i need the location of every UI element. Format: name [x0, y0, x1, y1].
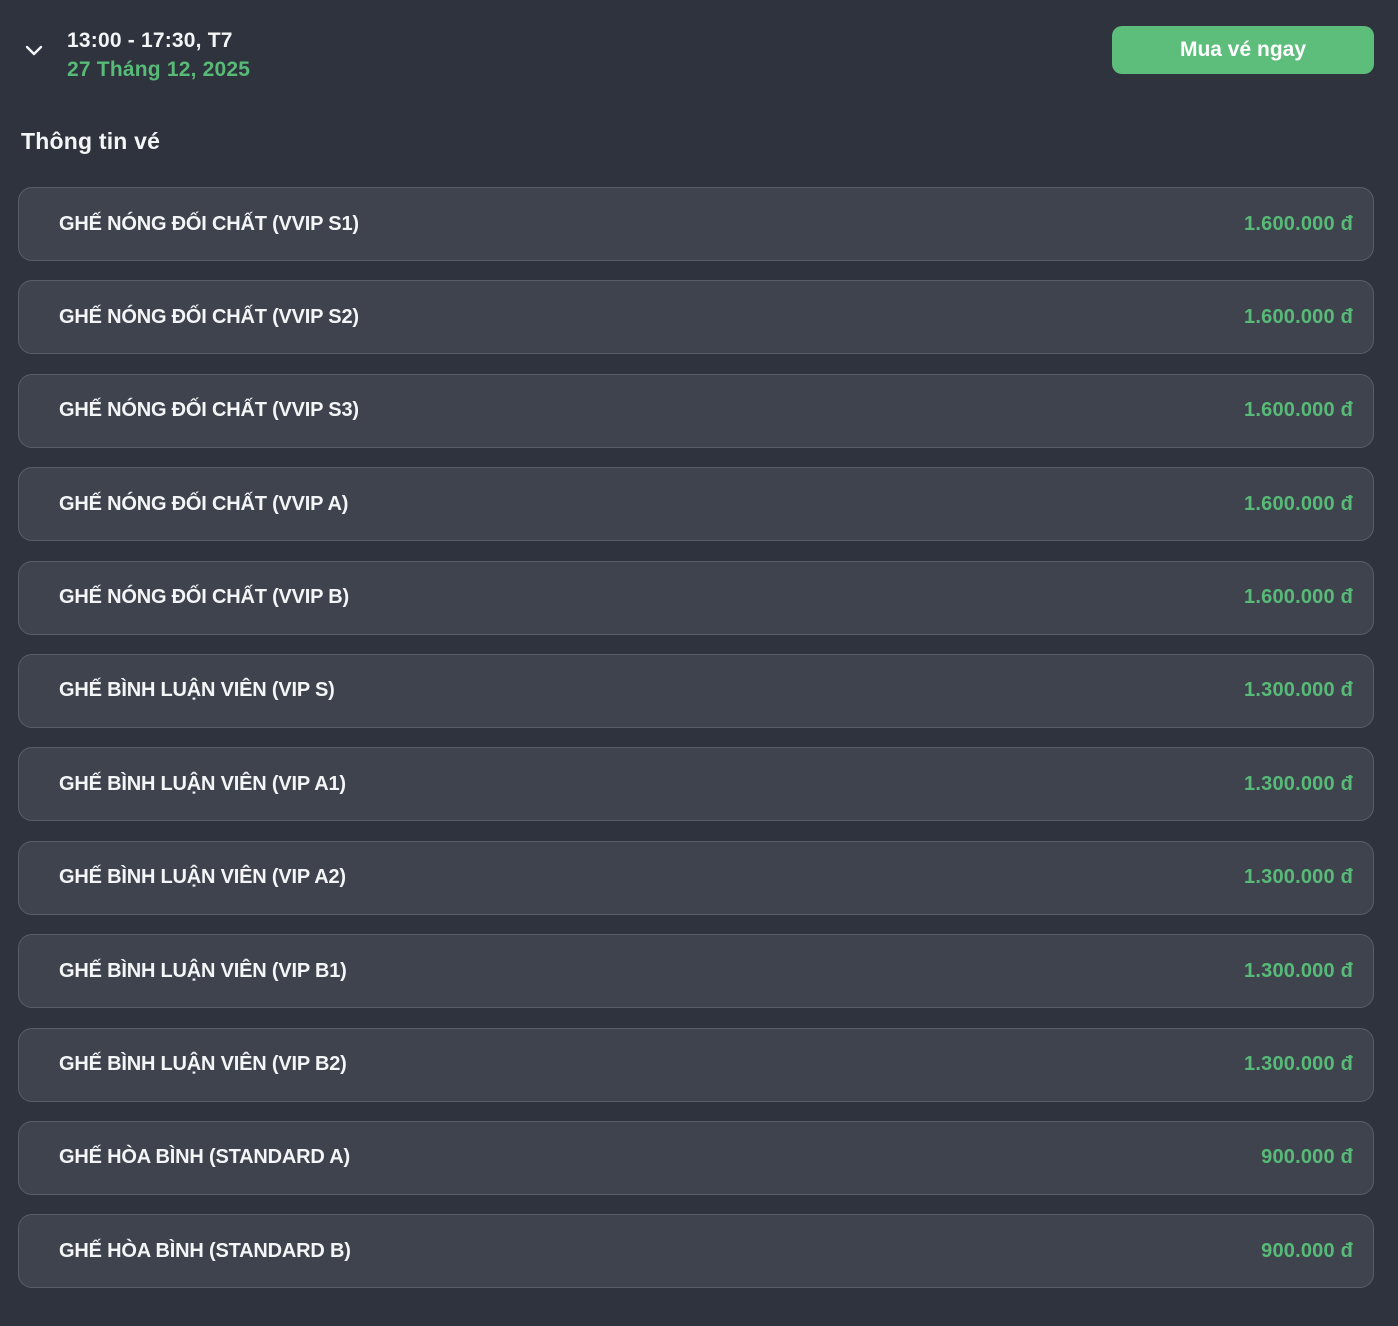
ticket-row[interactable]: GHẾ BÌNH LUẬN VIÊN (VIP B2) 1.300.000 đ: [18, 1028, 1374, 1102]
ticket-price: 1.300.000 đ: [1244, 960, 1353, 983]
ticket-name: GHẾ NÓNG ĐỐI CHẤT (VVIP S1): [59, 213, 359, 236]
ticket-name: GHẾ BÌNH LUẬN VIÊN (VIP B2): [59, 1053, 347, 1076]
ticket-price: 1.600.000 đ: [1244, 493, 1353, 516]
ticket-list: GHẾ NÓNG ĐỐI CHẤT (VVIP S1)1.600.000 đGH…: [18, 187, 1374, 1288]
ticket-info-panel: 13:00 - 17:30, T7 27 Tháng 12, 2025 Mua …: [0, 0, 1398, 1326]
buy-ticket-button[interactable]: Mua vé ngay: [1112, 26, 1374, 74]
ticket-price: 1.600.000 đ: [1244, 306, 1353, 329]
ticket-row[interactable]: GHẾ NÓNG ĐỐI CHẤT (VVIP A) 1.600.000 đ: [18, 467, 1374, 541]
ticket-row[interactable]: GHẾ BÌNH LUẬN VIÊN (VIP B1) 1.300.000 đ: [18, 934, 1374, 1008]
ticket-name: GHẾ BÌNH LUẬN VIÊN (VIP A2): [59, 866, 346, 889]
ticket-name: GHẾ NÓNG ĐỐI CHẤT (VVIP S2): [59, 306, 359, 329]
ticket-row[interactable]: GHẾ BÌNH LUẬN VIÊN (VIP A2) 1.300.000 đ: [18, 841, 1374, 915]
event-datetime: 13:00 - 17:30, T7 27 Tháng 12, 2025: [67, 26, 250, 84]
ticket-row[interactable]: GHẾ NÓNG ĐỐI CHẤT (VVIP B) 1.600.000 đ: [18, 561, 1374, 635]
ticket-name: GHẾ BÌNH LUẬN VIÊN (VIP S): [59, 679, 335, 702]
ticket-price: 1.300.000 đ: [1244, 866, 1353, 889]
ticket-name: GHẾ BÌNH LUẬN VIÊN (VIP B1): [59, 960, 347, 983]
ticket-price: 1.300.000 đ: [1244, 679, 1353, 702]
ticket-price: 1.300.000 đ: [1244, 773, 1353, 796]
ticket-row[interactable]: GHẾ BÌNH LUẬN VIÊN (VIP A1) 1.300.000 đ: [18, 747, 1374, 821]
ticket-price: 1.600.000 đ: [1244, 586, 1353, 609]
event-date: 27 Tháng 12, 2025: [67, 55, 250, 84]
ticket-row[interactable]: GHẾ BÌNH LUẬN VIÊN (VIP S) 1.300.000 đ: [18, 654, 1374, 728]
ticket-price: 1.600.000 đ: [1244, 213, 1353, 236]
ticket-name: GHẾ HÒA BÌNH (STANDARD A): [59, 1146, 350, 1169]
ticket-name: GHẾ HÒA BÌNH (STANDARD B): [59, 1240, 351, 1263]
event-time: 13:00 - 17:30, T7: [67, 26, 250, 55]
ticket-row[interactable]: GHẾ NÓNG ĐỐI CHẤT (VVIP S1) 1.600.000 đ: [18, 187, 1374, 261]
ticket-row[interactable]: GHẾ NÓNG ĐỐI CHẤT (VVIP S3) 1.600.000 đ: [18, 374, 1374, 448]
ticket-name: GHẾ NÓNG ĐỐI CHẤT (VVIP S3): [59, 399, 359, 422]
chevron-down-icon[interactable]: [20, 36, 48, 64]
ticket-row[interactable]: GHẾ HÒA BÌNH (STANDARD A) 900.000 đ: [18, 1121, 1374, 1195]
ticket-name: GHẾ NÓNG ĐỐI CHẤT (VVIP B): [59, 586, 349, 609]
ticket-name: GHẾ NÓNG ĐỐI CHẤT (VVIP A): [59, 493, 348, 516]
ticket-row[interactable]: GHẾ NÓNG ĐỐI CHẤT (VVIP S2) 1.600.000 đ: [18, 280, 1374, 354]
ticket-price: 900.000 đ: [1261, 1146, 1353, 1169]
ticket-price: 1.600.000 đ: [1244, 399, 1353, 422]
ticket-row[interactable]: GHẾ HÒA BÌNH (STANDARD B) 900.000 đ: [18, 1214, 1374, 1288]
ticket-name: GHẾ BÌNH LUẬN VIÊN (VIP A1): [59, 773, 346, 796]
ticket-price: 1.300.000 đ: [1244, 1053, 1353, 1076]
ticket-price: 900.000 đ: [1261, 1240, 1353, 1263]
section-title: Thông tin vé: [21, 128, 160, 155]
